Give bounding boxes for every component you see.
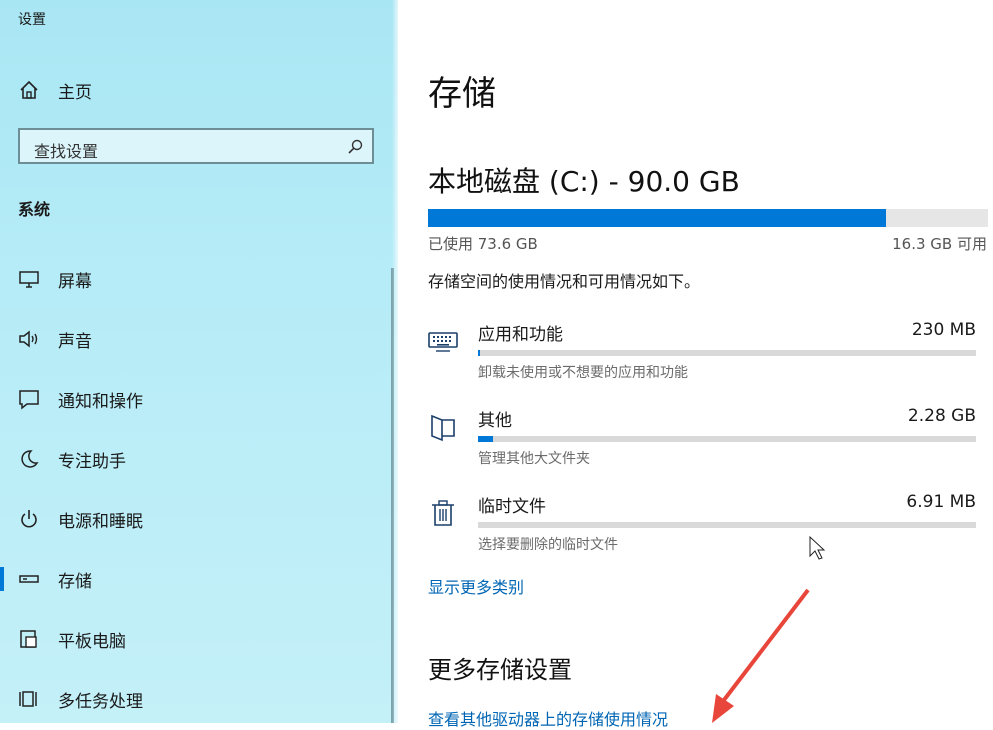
home-icon: [20, 80, 38, 99]
sidebar-item-power[interactable]: 电源和睡眠: [0, 497, 398, 541]
sidebar-item-label: 多任务处理: [58, 691, 143, 712]
sidebar-item-storage[interactable]: 存储: [0, 557, 398, 601]
sidebar-item-focus-assist[interactable]: 专注助手: [0, 437, 398, 481]
category-size: 6.91 MB: [906, 492, 976, 512]
window-title: 设置: [18, 12, 46, 28]
show-more-categories-link[interactable]: 显示更多类别: [428, 574, 524, 598]
sidebar-item-display[interactable]: 屏幕: [0, 257, 398, 301]
notification-icon: [19, 390, 39, 410]
category-size: 230 MB: [911, 320, 976, 340]
page-title: 存储: [428, 74, 496, 114]
category-bar: [478, 522, 976, 528]
category-size: 2.28 GB: [907, 406, 976, 426]
multitask-icon: [19, 691, 37, 707]
sidebar-item-label: 通知和操作: [58, 391, 143, 412]
speaker-icon: [19, 330, 38, 348]
sidebar: 设置 主页 查找设置 系统 屏幕 声音 通知和操作 专注助手 电源和睡眠 存储 …: [0, 0, 398, 723]
sidebar-item-label: 平板电脑: [58, 631, 126, 652]
more-storage-settings-heading: 更多存储设置: [428, 656, 572, 684]
category-temp-files[interactable]: 临时文件 6.91 MB 选择要删除的临时文件: [428, 486, 976, 562]
tablet-icon: [20, 630, 37, 648]
sidebar-item-multitasking[interactable]: 多任务处理: [0, 677, 398, 721]
category-name: 应用和功能: [478, 325, 563, 345]
storage-icon: [19, 575, 39, 583]
storage-description: 存储空间的使用情况和可用情况如下。: [428, 272, 701, 291]
monitor-icon: [19, 271, 39, 288]
sidebar-item-home[interactable]: 主页: [18, 76, 92, 104]
category-bar-fill: [478, 436, 493, 442]
drive-title[interactable]: 本地磁盘 (C:) - 90.0 GB: [428, 160, 740, 200]
active-indicator: [0, 567, 4, 591]
sidebar-item-sound[interactable]: 声音: [0, 317, 398, 361]
folder-icon: [431, 414, 455, 442]
trash-icon: [432, 500, 454, 526]
keyboard-icon: [428, 332, 458, 352]
category-bar: [478, 436, 976, 442]
category-name: 临时文件: [478, 497, 546, 517]
category-subtitle: 管理其他大文件夹: [478, 451, 590, 467]
sidebar-item-label: 专注助手: [58, 451, 126, 472]
sidebar-scrollbar[interactable]: [391, 268, 394, 723]
category-other[interactable]: 其他 2.28 GB 管理其他大文件夹: [428, 400, 976, 476]
sidebar-item-label: 存储: [58, 571, 92, 592]
drive-usage-bar: [428, 209, 988, 227]
category-subtitle: 卸载未使用或不想要的应用和功能: [478, 365, 688, 381]
category-subtitle: 选择要删除的临时文件: [478, 537, 618, 553]
sidebar-item-notifications[interactable]: 通知和操作: [0, 377, 398, 421]
category-apps[interactable]: 应用和功能 230 MB 卸载未使用或不想要的应用和功能: [428, 314, 976, 390]
category-bar-fill: [478, 350, 481, 356]
power-icon: [21, 510, 37, 528]
category-name: 其他: [478, 411, 512, 431]
other-drives-link[interactable]: 查看其他驱动器上的存储使用情况: [428, 706, 668, 730]
moon-icon: [21, 450, 39, 468]
drive-usage-fill: [428, 209, 887, 227]
search-placeholder: 查找设置: [34, 142, 99, 161]
search-input[interactable]: 查找设置: [18, 128, 374, 164]
section-heading: 系统: [18, 200, 51, 219]
available-space: 16.3 GB 可用: [892, 235, 987, 253]
sidebar-item-label: 声音: [58, 331, 92, 352]
sidebar-item-tablet[interactable]: 平板电脑: [0, 617, 398, 661]
category-bar: [478, 350, 976, 356]
search-icon: [348, 139, 363, 154]
sidebar-item-label: 电源和睡眠: [58, 511, 143, 532]
sidebar-item-label: 屏幕: [58, 271, 92, 292]
used-space: 已使用 73.6 GB: [428, 235, 538, 253]
main-content: 存储 本地磁盘 (C:) - 90.0 GB 已使用 73.6 GB 16.3 …: [398, 0, 993, 729]
sidebar-item-label: 主页: [58, 82, 92, 103]
